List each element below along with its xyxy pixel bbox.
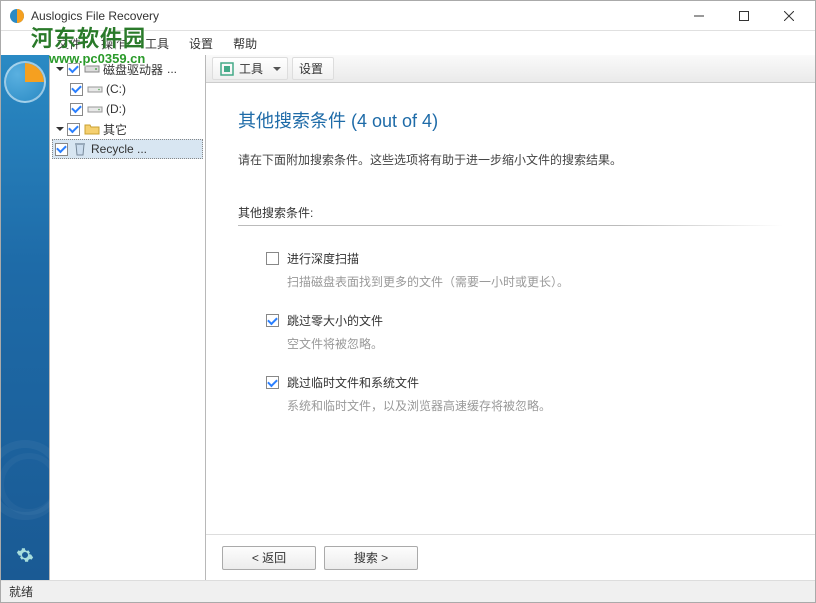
title-bar: Auslogics File Recovery <box>1 1 815 31</box>
toolbar-tools-label: 工具 <box>239 60 263 77</box>
page-title: 其他搜索条件 (4 out of 4) <box>238 107 783 133</box>
checkbox-skip-temp[interactable] <box>266 376 279 389</box>
tree-label: (C:) <box>106 82 126 96</box>
tree-label: 磁盘驱动器 <box>103 61 163 78</box>
drives-icon <box>84 61 100 77</box>
checkbox[interactable] <box>55 143 68 156</box>
tree-label: Recycle ... <box>91 142 147 156</box>
recycle-icon <box>72 141 88 157</box>
option-label: 进行深度扫描 <box>287 250 359 267</box>
tree-ellipsis: ... <box>167 62 177 76</box>
option-label: 跳过零大小的文件 <box>287 312 383 329</box>
content-area: 工具 设置 其他搜索条件 (4 out of 4) 请在下面附加搜索条件。这些选… <box>206 55 815 580</box>
tree-node-recycle[interactable]: Recycle ... <box>52 139 203 159</box>
checkbox-skip-zero[interactable] <box>266 314 279 327</box>
option-skip-temp: 跳过临时文件和系统文件 系统和临时文件，以及浏览器高速缓存将被忽略。 <box>266 374 783 414</box>
option-skip-zero: 跳过零大小的文件 空文件将被忽略。 <box>266 312 783 352</box>
sidebar <box>1 55 49 580</box>
chevron-down-icon <box>273 67 281 71</box>
content-body: 其他搜索条件 (4 out of 4) 请在下面附加搜索条件。这些选项将有助于进… <box>206 83 815 534</box>
section-divider <box>238 225 783 226</box>
checkbox[interactable] <box>70 83 83 96</box>
close-button[interactable] <box>766 1 811 30</box>
tree-label: 其它 <box>103 121 127 138</box>
folder-icon <box>84 121 100 137</box>
drive-icon <box>87 101 103 117</box>
sidebar-settings-icon[interactable] <box>10 540 40 570</box>
expand-icon[interactable] <box>54 63 66 75</box>
page-counter: (4 out of 4) <box>351 111 438 131</box>
menu-help[interactable]: 帮助 <box>223 31 267 56</box>
checkbox[interactable] <box>70 103 83 116</box>
drive-icon <box>87 81 103 97</box>
status-bar: 就绪 <box>1 580 815 602</box>
section-label: 其他搜索条件: <box>238 204 783 221</box>
tree-node-other[interactable]: 其它 <box>50 119 205 139</box>
menu-settings[interactable]: 设置 <box>179 31 223 56</box>
toolbar-settings-button[interactable]: 设置 <box>292 57 334 80</box>
maximize-button[interactable] <box>721 1 766 30</box>
sidebar-logo-icon <box>4 61 46 103</box>
checkbox[interactable] <box>67 123 80 136</box>
back-button[interactable]: < 返回 <box>222 546 316 570</box>
content-toolbar: 工具 设置 <box>206 55 815 83</box>
option-desc: 扫描磁盘表面找到更多的文件（需要一小时或更长）。 <box>287 273 783 290</box>
search-button[interactable]: 搜索 > <box>324 546 418 570</box>
toolbar-settings-label: 设置 <box>299 60 323 77</box>
tree-panel: 磁盘驱动器 ... (C:) (D:) 其它 Recycle ... <box>49 55 206 580</box>
tree-node-drives[interactable]: 磁盘驱动器 ... <box>50 59 205 79</box>
option-label: 跳过临时文件和系统文件 <box>287 374 419 391</box>
menu-bar: 文件 操作 工具 设置 帮助 <box>1 31 815 55</box>
tree-node-drive-c[interactable]: (C:) <box>50 79 205 99</box>
minimize-button[interactable] <box>676 1 721 30</box>
footer-bar: < 返回 搜索 > <box>206 534 815 580</box>
status-text: 就绪 <box>9 583 33 600</box>
option-desc: 系统和临时文件，以及浏览器高速缓存将被忽略。 <box>287 397 783 414</box>
expand-icon[interactable] <box>54 123 66 135</box>
page-description: 请在下面附加搜索条件。这些选项将有助于进一步缩小文件的搜索结果。 <box>238 151 783 168</box>
toolbar-tools-button[interactable]: 工具 <box>212 57 288 80</box>
checkbox[interactable] <box>67 63 80 76</box>
menu-tools[interactable]: 工具 <box>135 31 179 56</box>
option-deep-scan: 进行深度扫描 扫描磁盘表面找到更多的文件（需要一小时或更长）。 <box>266 250 783 290</box>
tree-node-drive-d[interactable]: (D:) <box>50 99 205 119</box>
option-desc: 空文件将被忽略。 <box>287 335 783 352</box>
checkbox-deep-scan[interactable] <box>266 252 279 265</box>
menu-file[interactable]: 文件 <box>47 31 91 56</box>
menu-action[interactable]: 操作 <box>91 31 135 56</box>
page-title-text: 其他搜索条件 <box>238 111 346 131</box>
window-title: Auslogics File Recovery <box>31 9 676 23</box>
tools-icon <box>219 61 235 77</box>
app-icon <box>9 8 25 24</box>
tree-label: (D:) <box>106 102 126 116</box>
main-area: 磁盘驱动器 ... (C:) (D:) 其它 Recycle ... <box>1 55 815 580</box>
